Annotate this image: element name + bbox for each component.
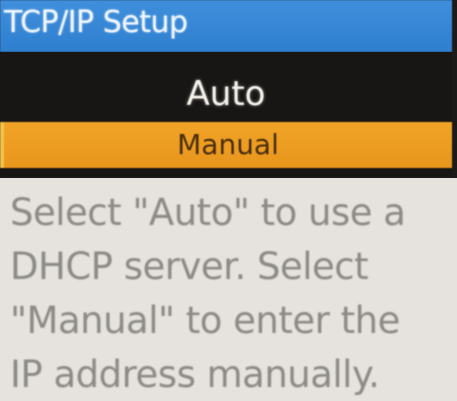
menu-option-manual[interactable]: Manual xyxy=(0,122,452,168)
menu-option-auto[interactable]: Auto xyxy=(0,68,452,120)
help-panel: Select "Auto" to use a DHCP server. Sele… xyxy=(0,178,457,401)
lcd-screen: TCP/IP Setup Auto Manual Select "Auto" t… xyxy=(0,0,457,401)
option-menu: Auto Manual xyxy=(0,52,452,176)
help-text: Select "Auto" to use a DHCP server. Sele… xyxy=(10,191,406,396)
screen-title: TCP/IP Setup xyxy=(0,0,452,52)
